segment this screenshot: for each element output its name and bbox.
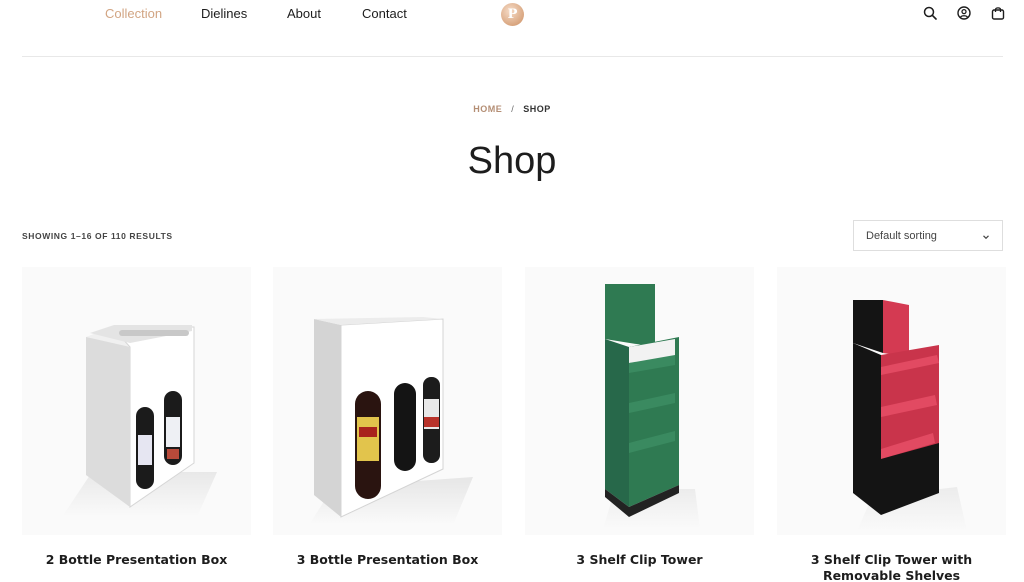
product-card[interactable]: 3 Shelf Clip Tower with Removable Shelve… bbox=[777, 267, 1006, 582]
header-icons bbox=[923, 6, 1005, 20]
site-header: Collection Dielines About Contact P bbox=[0, 0, 1024, 57]
nav-item-about[interactable]: About bbox=[287, 7, 321, 21]
product-grid: 2 Bottle Presentation Box 3 Bottle Prese… bbox=[22, 267, 1006, 582]
product-image[interactable] bbox=[525, 267, 754, 535]
breadcrumb-current: SHOP bbox=[523, 104, 551, 114]
nav-item-collection[interactable]: Collection bbox=[105, 7, 162, 21]
product-card[interactable]: 2 Bottle Presentation Box bbox=[22, 267, 251, 568]
product-title[interactable]: 3 Shelf Clip Tower bbox=[525, 552, 754, 568]
chevron-down-icon bbox=[982, 232, 990, 240]
nav-item-contact[interactable]: Contact bbox=[362, 7, 407, 21]
account-icon[interactable] bbox=[957, 6, 971, 20]
product-title[interactable]: 2 Bottle Presentation Box bbox=[22, 552, 251, 568]
site-logo[interactable]: P bbox=[501, 3, 524, 26]
breadcrumb-home[interactable]: HOME bbox=[473, 104, 502, 114]
product-image[interactable] bbox=[22, 267, 251, 535]
cart-icon[interactable] bbox=[991, 6, 1005, 20]
breadcrumb: HOME / SHOP bbox=[0, 104, 1024, 114]
results-count: SHOWING 1–16 OF 110 RESULTS bbox=[22, 231, 173, 241]
product-image[interactable] bbox=[273, 267, 502, 535]
header-divider bbox=[22, 56, 1003, 57]
nav-item-dielines[interactable]: Dielines bbox=[201, 7, 247, 21]
product-title[interactable]: 3 Shelf Clip Tower with Removable Shelve… bbox=[777, 552, 1006, 582]
main-nav: Collection Dielines About Contact bbox=[105, 7, 407, 21]
breadcrumb-separator: / bbox=[511, 104, 515, 114]
product-title[interactable]: 3 Bottle Presentation Box bbox=[273, 552, 502, 568]
page-title: Shop bbox=[467, 140, 557, 182]
sorting-selected-value: Default sorting bbox=[866, 229, 937, 242]
product-image[interactable] bbox=[777, 267, 1006, 535]
search-icon[interactable] bbox=[923, 6, 937, 20]
sorting-select[interactable]: Default sorting bbox=[853, 220, 1003, 251]
product-card[interactable]: 3 Bottle Presentation Box bbox=[273, 267, 502, 568]
logo-letter: P bbox=[507, 7, 518, 22]
product-card[interactable]: 3 Shelf Clip Tower bbox=[525, 267, 754, 568]
